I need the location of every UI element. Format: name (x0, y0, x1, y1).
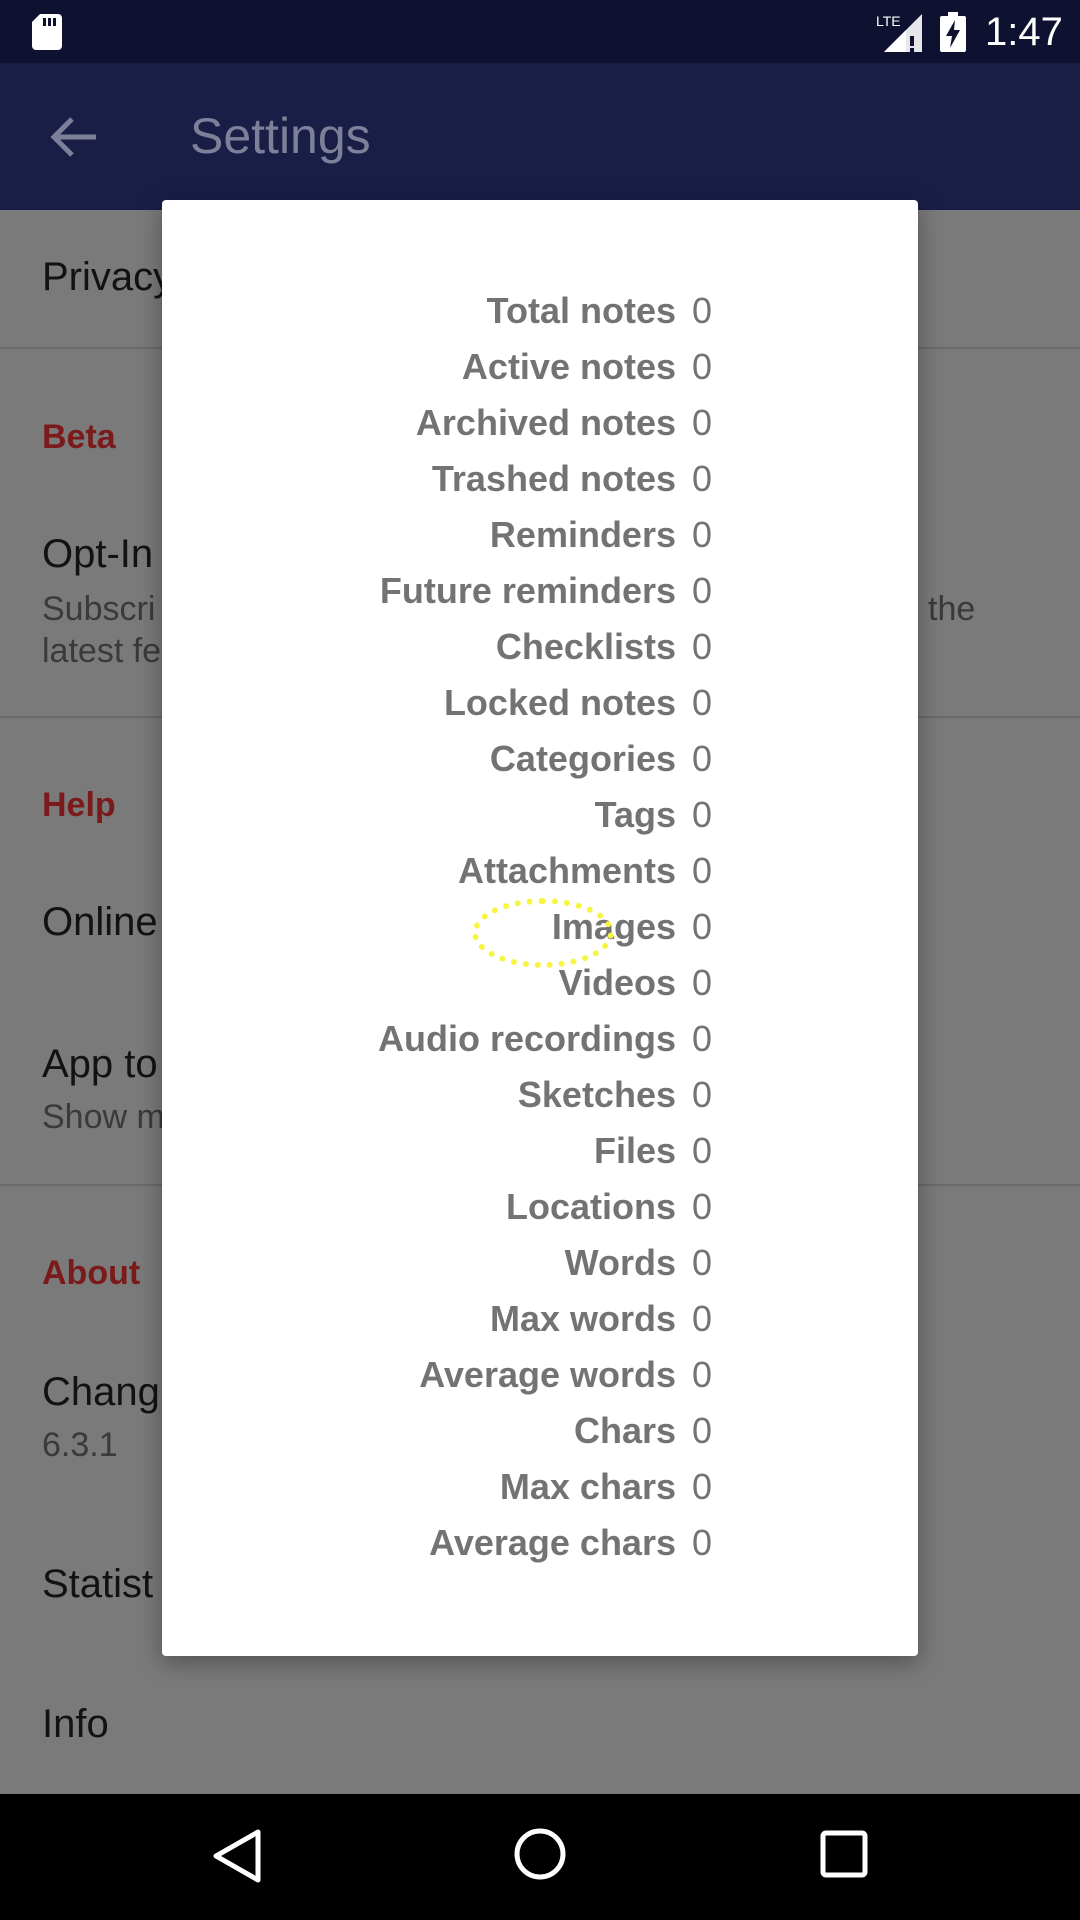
stat-row: Sketches 0 (162, 1067, 918, 1123)
stat-row: Tags 0 (162, 787, 918, 843)
sd-card-icon (32, 14, 62, 50)
stat-row: Chars 0 (162, 1403, 918, 1459)
status-bar: LTE 1:47 (0, 0, 1080, 63)
stat-row: Locked notes 0 (162, 675, 918, 731)
arrow-left-icon[interactable] (48, 115, 98, 159)
optin-summary: Subscri (42, 590, 156, 628)
stat-row: Active notes 0 (162, 339, 918, 395)
stat-label: Max words (489, 1298, 676, 1339)
stat-row: Average chars 0 (162, 1515, 918, 1571)
stat-row: Max chars 0 (162, 1459, 918, 1515)
info-item[interactable]: Info (42, 1702, 109, 1747)
navigation-bar (0, 1794, 1080, 1920)
nav-recents-icon[interactable] (820, 1830, 868, 1878)
stat-value: 0 (692, 1018, 713, 1059)
stat-value: 0 (692, 458, 713, 499)
app-tour-item[interactable]: App to (42, 1042, 158, 1087)
stat-value: 0 (692, 570, 713, 611)
stat-row: Reminders 0 (162, 507, 918, 563)
optin-item[interactable]: Opt-In (42, 532, 153, 577)
stat-label: Words (564, 1242, 676, 1283)
stat-value: 0 (692, 906, 713, 947)
app-tour-summary: Show m (42, 1098, 165, 1136)
version-text: 6.3.1 (42, 1426, 118, 1464)
stat-value: 0 (692, 626, 713, 667)
optin-summary-tail: the (928, 590, 976, 628)
status-time: 1:47 (985, 10, 1063, 54)
stat-value: 0 (692, 1522, 713, 1563)
stat-row: Words 0 (162, 1235, 918, 1291)
lte-signal-icon: LTE (876, 13, 922, 52)
stat-label: Max chars (499, 1466, 676, 1507)
nav-back-icon[interactable] (210, 1828, 262, 1884)
stat-value: 0 (692, 1130, 713, 1171)
stat-row: Archived notes 0 (162, 395, 918, 451)
stat-value: 0 (692, 1354, 713, 1395)
stat-value: 0 (692, 290, 713, 331)
stat-label: Total notes (486, 290, 676, 331)
optin-summary-2: latest fe (42, 632, 162, 670)
stat-row: Future reminders 0 (162, 563, 918, 619)
stat-value: 0 (692, 1242, 713, 1283)
app-bar: Settings (0, 63, 1080, 210)
stat-label: Files (593, 1130, 676, 1171)
section-help: Help (42, 786, 116, 824)
stat-label: Locations (505, 1186, 676, 1227)
stat-label: Checklists (495, 626, 676, 667)
changelog-item[interactable]: Chang (42, 1370, 160, 1415)
privacy-item[interactable]: Privacy (42, 255, 173, 300)
stat-row: Trashed notes 0 (162, 451, 918, 507)
stat-label: Categories (489, 738, 676, 779)
stat-label: Attachments (457, 850, 676, 891)
section-about: About (42, 1254, 141, 1292)
statistics-item[interactable]: Statist (42, 1562, 153, 1607)
stat-value: 0 (692, 514, 713, 555)
stat-label: Trashed notes (431, 458, 676, 499)
stat-label: Sketches (517, 1074, 676, 1115)
stat-row: Checklists 0 (162, 619, 918, 675)
battery-charging-icon (940, 12, 966, 52)
stat-row: Max words 0 (162, 1291, 918, 1347)
lte-label: LTE (876, 13, 901, 29)
stat-label: Locked notes (443, 682, 676, 723)
nav-home-icon[interactable] (512, 1826, 568, 1882)
stat-value: 0 (692, 1186, 713, 1227)
statistics-dialog: Average chars 0 Max chars 0 Chars 0 Average wo… (162, 200, 918, 1656)
online-item[interactable]: Online (42, 900, 158, 945)
stat-label: Audio recordings (377, 1018, 676, 1059)
section-beta: Beta (42, 418, 116, 456)
stat-value: 0 (692, 1466, 713, 1507)
stat-value: 0 (692, 346, 713, 387)
stat-value: 0 (692, 682, 713, 723)
stat-label: Archived notes (415, 402, 676, 443)
stat-value: 0 (692, 850, 713, 891)
stat-label: Tags (594, 794, 676, 835)
stat-row: Files 0 (162, 1123, 918, 1179)
stat-label: Average chars (429, 1522, 676, 1563)
stat-row: Average words 0 (162, 1347, 918, 1403)
stat-row: Categories 0 (162, 731, 918, 787)
stat-row: Audio recordings 0 (162, 1011, 918, 1067)
stat-row: Locations 0 (162, 1179, 918, 1235)
stat-value: 0 (692, 1074, 713, 1115)
stat-label: Future reminders (379, 570, 676, 611)
stat-value: 0 (692, 962, 713, 1003)
stat-value: 0 (692, 738, 713, 779)
stat-value: 0 (692, 1298, 713, 1339)
stat-label: Average words (419, 1354, 676, 1395)
stat-row: Attachments 0 (162, 843, 918, 899)
stat-label: Active notes (461, 346, 676, 387)
page-title: Settings (190, 108, 371, 164)
stat-value: 0 (692, 794, 713, 835)
stat-value: 0 (692, 402, 713, 443)
stat-label: Reminders (489, 514, 676, 555)
stat-row: Total notes 0 (162, 283, 918, 339)
stat-label: Chars (573, 1410, 676, 1451)
tap-highlight (472, 898, 614, 968)
stat-value: 0 (692, 1410, 713, 1451)
